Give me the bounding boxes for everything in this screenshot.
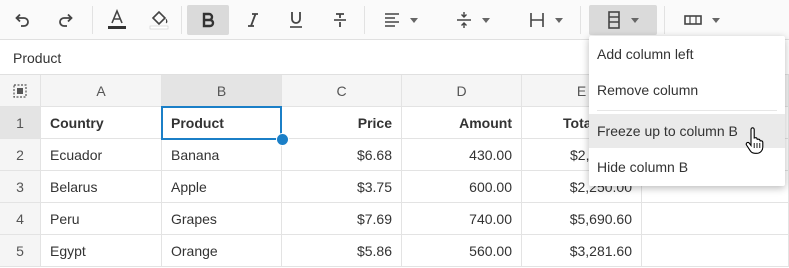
chevron-down-icon [555,17,563,23]
menu-item-hide-column[interactable]: Hide column B [589,150,785,184]
table-cell[interactable] [642,235,789,267]
align-horizontal-dropdown[interactable] [372,5,430,35]
redo-icon [59,13,73,27]
italic-icon [248,13,258,27]
row-menu-dropdown[interactable] [520,5,572,35]
align-left-icon [385,13,399,27]
chevron-down-icon [631,17,639,23]
cell-selection-border [161,106,282,140]
strikethrough-button[interactable] [324,5,356,35]
underline-button[interactable] [280,5,312,35]
table-cell[interactable]: 560.00 [402,235,522,267]
merge-cells-icon [684,15,702,25]
toolbar-divider [181,6,182,34]
column-header-a[interactable]: A [41,75,162,107]
align-vertical-dropdown[interactable] [446,5,500,35]
table-cell[interactable]: Banana [162,139,282,171]
table-cell[interactable]: 600.00 [402,171,522,203]
table-cell[interactable]: Amount [402,107,522,139]
underline-icon [290,12,302,28]
align-middle-icon [457,12,471,28]
table-cell[interactable]: Belarus [41,171,162,203]
column-menu-dropdown[interactable] [589,5,657,35]
table-cell[interactable]: $6.68 [282,139,402,171]
table-cell[interactable]: Orange [162,235,282,267]
table-cell[interactable]: Apple [162,171,282,203]
table-cell[interactable]: $3,281.60 [522,235,642,267]
table-cell[interactable] [642,203,789,235]
merge-cells-dropdown[interactable] [674,5,730,35]
row-icon [530,13,544,27]
toolbar-divider [364,6,365,34]
column-context-menu: Add column left Remove column Freeze up … [589,36,785,186]
column-header-b[interactable]: B [162,75,282,107]
table-cell[interactable]: Egypt [41,235,162,267]
table-cell[interactable]: $5.86 [282,235,402,267]
column-header-c[interactable]: C [282,75,402,107]
formula-bar-value: Product [13,50,62,66]
fill-color-icon [149,10,169,30]
font-color-button[interactable] [101,5,133,35]
chevron-down-icon [482,17,490,23]
column-icon [608,11,620,29]
toolbar-divider [580,6,581,34]
select-all-icon [13,83,27,98]
table-cell[interactable]: Ecuador [41,139,162,171]
redo-button[interactable] [50,5,82,35]
chevron-down-icon [410,17,418,23]
fill-color-button[interactable] [143,5,175,35]
font-color-icon [108,9,126,29]
row-header[interactable]: 3 [0,171,41,203]
menu-divider [597,110,777,111]
column-header-d[interactable]: D [402,75,522,107]
menu-item-add-column-left[interactable]: Add column left [589,37,785,71]
bold-icon [202,12,215,28]
table-cell[interactable]: $3.75 [282,171,402,203]
toolbar-divider [664,6,665,34]
toolbar [0,0,789,40]
table-cell[interactable]: 430.00 [402,139,522,171]
table-cell[interactable]: Price [282,107,402,139]
row-header[interactable]: 1 [0,107,41,139]
undo-icon [15,13,29,27]
chevron-down-icon [712,17,720,23]
table-cell[interactable]: Peru [41,203,162,235]
table-cell[interactable]: Grapes [162,203,282,235]
table-cell[interactable]: 740.00 [402,203,522,235]
fill-handle[interactable] [276,133,289,146]
row-header[interactable]: 4 [0,203,41,235]
table-cell[interactable]: $7.69 [282,203,402,235]
strikethrough-icon [334,13,346,27]
italic-button[interactable] [237,5,269,35]
row-header[interactable]: 2 [0,139,41,171]
hand-pointer-cursor-icon [745,127,764,154]
table-cell[interactable]: Country [41,107,162,139]
table-cell[interactable]: $5,690.60 [522,203,642,235]
bold-button[interactable] [187,5,229,35]
toolbar-divider [92,6,93,34]
menu-item-remove-column[interactable]: Remove column [589,73,785,107]
row-header[interactable]: 5 [0,235,41,267]
select-all-corner[interactable] [0,75,41,107]
undo-button[interactable] [6,5,38,35]
